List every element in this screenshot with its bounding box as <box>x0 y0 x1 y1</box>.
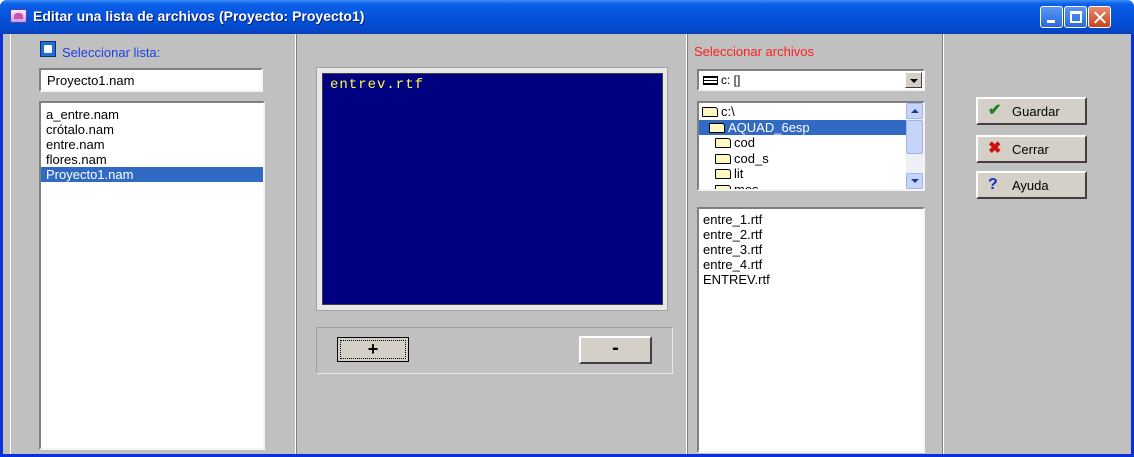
question-icon: ? <box>988 176 998 193</box>
add-file-button[interactable]: + <box>337 337 409 362</box>
list-item[interactable]: entre.nam <box>41 137 263 152</box>
dir-item[interactable]: lit <box>699 166 923 182</box>
list-item[interactable]: crótalo.nam <box>41 122 263 137</box>
app-icon <box>10 9 27 23</box>
list-item[interactable]: flores.nam <box>41 152 263 167</box>
dir-item[interactable]: c:\ <box>699 104 923 120</box>
file-item[interactable]: entre_2.rtf <box>703 227 919 242</box>
close-window-button[interactable] <box>1088 6 1111 28</box>
dir-item[interactable]: cod <box>699 135 923 151</box>
list-item-selected[interactable]: Proyecto1.nam <box>41 167 263 182</box>
file-item[interactable]: entre_4.rtf <box>703 257 919 272</box>
editor-text: entrev.rtf <box>330 77 425 93</box>
select-list-label: Seleccionar lista: <box>62 45 161 60</box>
open-folder-icon <box>702 107 718 117</box>
maximize-icon <box>1070 11 1082 23</box>
file-item[interactable]: entre_1.rtf <box>703 212 919 227</box>
dir-item[interactable]: cod_s <box>699 151 923 167</box>
scroll-thumb[interactable] <box>906 120 923 154</box>
maximize-button[interactable] <box>1064 6 1087 28</box>
folder-icon <box>715 169 731 179</box>
select-files-label: Seleccionar archivos <box>694 44 814 59</box>
dir-item[interactable]: mos <box>699 182 923 189</box>
folder-icon <box>715 184 731 189</box>
open-folder-icon <box>709 122 725 133</box>
minimize-button[interactable] <box>1040 6 1063 28</box>
help-button[interactable]: ? Ayuda <box>976 171 1087 199</box>
file-listbox[interactable]: entre_1.rtf entre_2.rtf entre_3.rtf entr… <box>697 207 925 453</box>
window-title: Editar una lista de archivos (Proyecto: … <box>33 8 365 24</box>
folder-icon <box>715 153 731 164</box>
close-button[interactable]: ✖ Cerrar <box>976 135 1087 163</box>
folder-icon <box>715 138 731 148</box>
file-item[interactable]: entre_3.rtf <box>703 242 919 257</box>
x-icon: ✖ <box>988 140 1002 157</box>
list-item[interactable]: a_entre.nam <box>41 107 263 122</box>
save-button[interactable]: ✔ Guardar <box>976 97 1087 125</box>
tree-scrollbar[interactable] <box>906 103 923 189</box>
scroll-down-icon[interactable] <box>906 173 923 189</box>
file-item[interactable]: ENTREV.rtf <box>703 272 919 287</box>
chevron-down-icon[interactable] <box>905 72 922 88</box>
title-bar[interactable]: Editar una lista de archivos (Proyecto: … <box>0 0 1134 34</box>
remove-file-button[interactable]: - <box>579 336 652 364</box>
scroll-up-icon[interactable] <box>906 103 923 119</box>
list-name-field[interactable]: Proyecto1.nam <box>39 68 263 92</box>
check-icon: ✔ <box>988 102 1002 119</box>
minimize-icon <box>1047 20 1055 23</box>
drive-icon <box>703 76 718 86</box>
file-list-editor[interactable]: entrev.rtf <box>322 73 663 305</box>
drive-select[interactable]: c: [] <box>697 69 925 91</box>
dir-item-selected[interactable]: AQUAD_6esp <box>699 119 923 135</box>
directory-tree[interactable]: c:\ AQUAD_6esp cod cod_s lit mos <box>697 101 925 191</box>
list-listbox[interactable]: a_entre.nam crótalo.nam entre.nam flores… <box>39 101 265 450</box>
